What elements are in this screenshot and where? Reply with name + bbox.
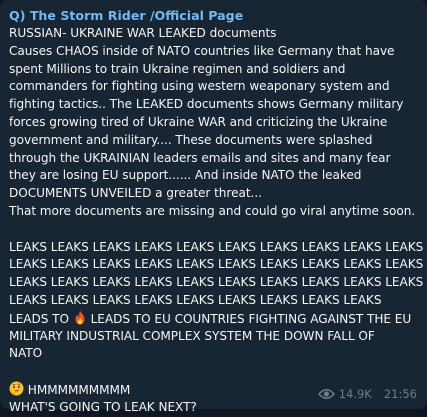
message-line: Causes CHAOS inside of NATO countries li… [9, 43, 395, 58]
message-line: LEAKS LEAKS LEAKS LEAKS LEAKS LEAKS LEAK… [9, 239, 424, 254]
message-line: RUSSIAN- UKRAINE WAR LEAKED documents [9, 26, 277, 40]
message-line: LEAKS LEAKS LEAKS LEAKS LEAKS LEAKS LEAK… [9, 292, 382, 307]
message-time: 21:56 [383, 387, 417, 401]
eye-icon [317, 388, 335, 400]
leads-prefix: LEADS TO [9, 311, 69, 326]
channel-name[interactable]: Q) The Storm Rider /Official Page [9, 7, 417, 25]
message-line: NATO [9, 346, 43, 361]
view-count: 14.9K [338, 387, 372, 401]
message-line: they are losing EU support...... And ins… [9, 168, 362, 183]
message-line: MILITARY INDUSTRIAL COMPLEX SYSTEM THE D… [9, 328, 375, 343]
message-line: spent Millions to train Ukraine regimen … [9, 61, 346, 76]
message-text: RUSSIAN- UKRAINE WAR LEAKED documents Ca… [9, 25, 424, 417]
message-line [9, 221, 417, 239]
message-meta: 14.9K 21:56 [317, 387, 417, 401]
leads-suffix: LEADS TO EU COUNTRIES FIGHTING AGAINST T… [90, 311, 412, 326]
message-bubble: Q) The Storm Rider /Official Page RUSSIA… [0, 0, 427, 414]
message-line [9, 363, 417, 381]
message-line: fighting tactics.. The LEAKED documents … [9, 97, 404, 112]
message-line: LEAKS LEAKS LEAKS LEAKS LEAKS LEAKS LEAK… [9, 275, 424, 290]
message-line: government and military.... These docume… [9, 132, 373, 147]
message-line: DOCUMENTS UNVEILED a greater threat... [9, 186, 262, 201]
message-line: That more documents are missing and coul… [9, 203, 416, 218]
hmm-text: HMMMMMMMMM [27, 382, 131, 397]
leads-line: LEADS TO LEADS TO EU COUNTRIES FIGHTING … [9, 310, 417, 328]
message-line: commanders for fighting using western we… [9, 79, 390, 94]
message-line: LEAKS LEAKS LEAKS LEAKS LEAKS LEAKS LEAK… [9, 257, 424, 272]
message-line: through the UKRAINIAN leaders emails and… [9, 150, 391, 165]
message-line: forces growing tired of Ukraine WAR and … [9, 114, 388, 129]
message-line: WHAT'S GOING TO LEAK NEXT? [9, 399, 197, 414]
